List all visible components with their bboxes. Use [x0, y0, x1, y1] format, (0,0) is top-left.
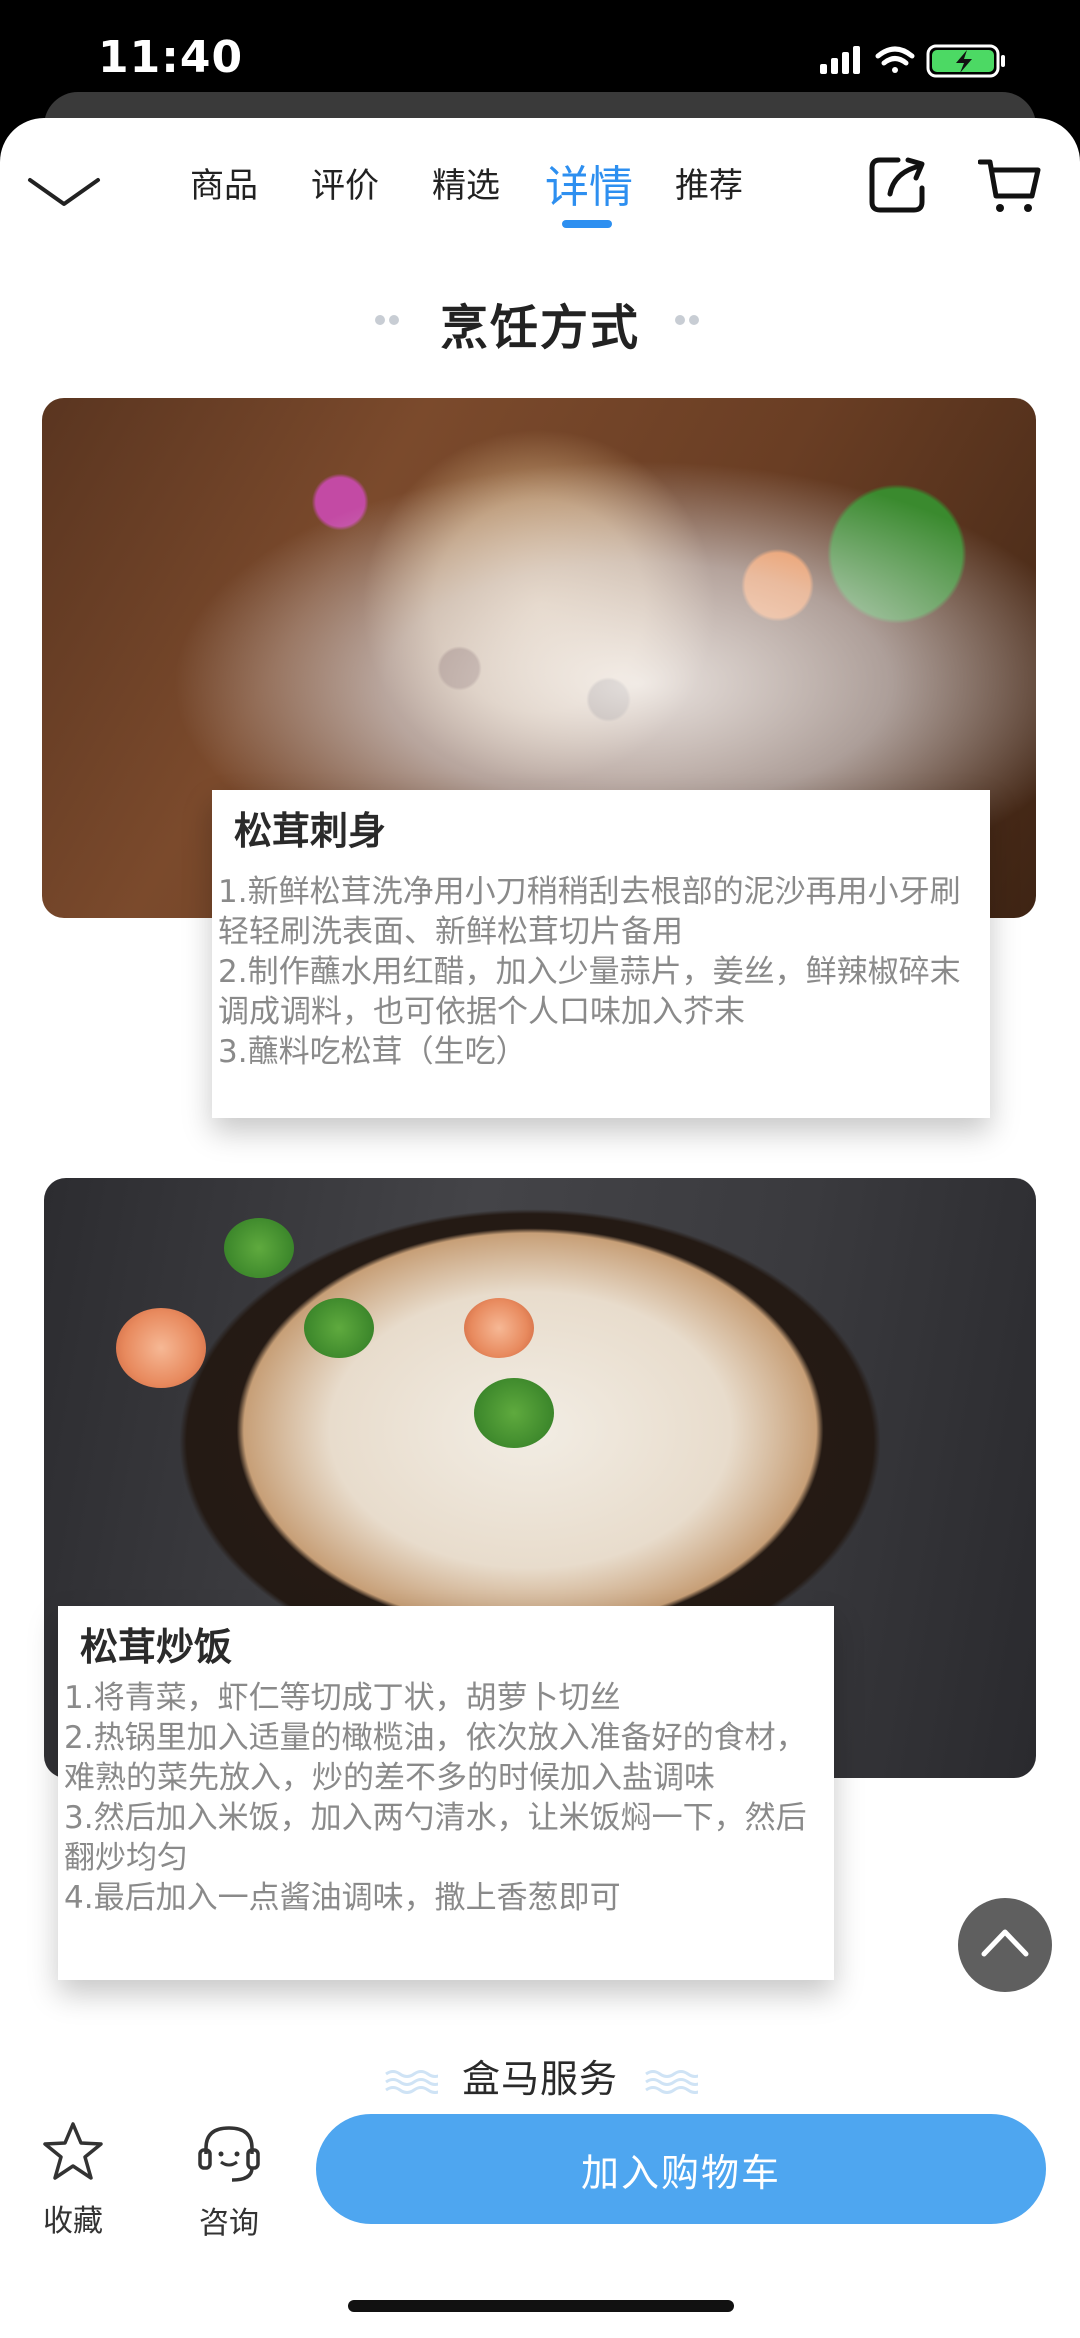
recipe-title: 松茸炒饭	[80, 1625, 233, 1669]
heading-deco-left	[375, 315, 399, 325]
status-time: 11:40	[98, 32, 244, 83]
heading-deco-right	[675, 315, 699, 325]
battery-icon	[926, 44, 1005, 78]
section-title: 烹饪方式	[439, 300, 640, 356]
chevron-down-icon[interactable]	[26, 160, 102, 220]
tab-selected[interactable]: 精选	[432, 158, 500, 207]
top-nav: 商品 评价 精选 详情 推荐	[0, 118, 1080, 248]
add-to-cart-button[interactable]: 加入购物车	[316, 2114, 1046, 2224]
recipe-step: 3.蘸料吃松茸（生吃）	[218, 1034, 527, 1070]
share-icon[interactable]	[866, 154, 928, 216]
tab-product[interactable]: 商品	[190, 158, 258, 207]
recipe-step: 3.然后加入米饭，加入两勺清水，让米饭焖一下，然后翻炒均匀	[64, 1800, 807, 1876]
recipe-title: 松茸刺身	[234, 809, 387, 853]
star-icon	[43, 2122, 103, 2180]
service-deco-right	[645, 2070, 698, 2094]
headset-icon	[198, 2126, 260, 2182]
recipe-step: 1.新鲜松茸洗净用小刀稍稍刮去根部的泥沙再用小牙刷轻轻刷洗表面、新鲜松茸切片备用	[218, 874, 961, 950]
favorite-button[interactable]: 收藏	[30, 2120, 116, 2240]
arrow-up-icon	[981, 1929, 1029, 1957]
recipe-step: 2.制作蘸水用红醋，加入少量蒜片，姜丝，鲜辣椒碎末调成调料，也可依据个人口味加入…	[218, 954, 961, 1030]
tab-details[interactable]: 详情	[545, 151, 633, 215]
tab-recommend[interactable]: 推荐	[675, 158, 743, 207]
wifi-icon	[875, 46, 915, 73]
consult-button[interactable]: 咨询	[186, 2120, 272, 2242]
recipe-card-fried-rice: 松茸炒饭 1.将青菜，虾仁等切成丁状，胡萝卜切丝 2.热锅里加入适量的橄榄油，依…	[58, 1606, 834, 1980]
cart-icon[interactable]	[978, 154, 1042, 218]
section-heading: 烹饪方式	[0, 288, 1080, 358]
recipe-steps: 1.将青菜，虾仁等切成丁状，胡萝卜切丝 2.热锅里加入适量的橄榄油，依次放入准备…	[64, 1678, 828, 1918]
consult-label: 咨询	[199, 2206, 259, 2241]
product-detail-sheet: 商品 评价 精选 详情 推荐 烹饪方式 松茸刺身 1.新鲜松茸洗净用小刀稍稍刮去…	[0, 118, 1080, 2338]
status-icons	[820, 40, 1020, 80]
tab-reviews[interactable]: 评价	[311, 158, 379, 207]
recipe-step: 1.将青菜，虾仁等切成丁状，胡萝卜切丝	[64, 1680, 621, 1716]
service-heading: 盒马服务	[461, 2057, 618, 2101]
recipe-step: 2.热锅里加入适量的橄榄油，依次放入准备好的食材，难熟的菜先放入，炒的差不多的时…	[64, 1720, 807, 1796]
active-tab-indicator	[562, 220, 612, 228]
recipe-card-sashimi: 松茸刺身 1.新鲜松茸洗净用小刀稍稍刮去根部的泥沙再用小牙刷轻轻刷洗表面、新鲜松…	[212, 790, 990, 1118]
signal-icon	[820, 46, 860, 74]
recipe-step: 4.最后加入一点酱油调味，撒上香葱即可	[64, 1880, 621, 1916]
recipe-steps: 1.新鲜松茸洗净用小刀稍稍刮去根部的泥沙再用小牙刷轻轻刷洗表面、新鲜松茸切片备用…	[218, 872, 984, 1072]
scroll-to-top-button[interactable]	[958, 1898, 1052, 1992]
favorite-label: 收藏	[43, 2204, 103, 2239]
home-indicator	[348, 2300, 734, 2312]
